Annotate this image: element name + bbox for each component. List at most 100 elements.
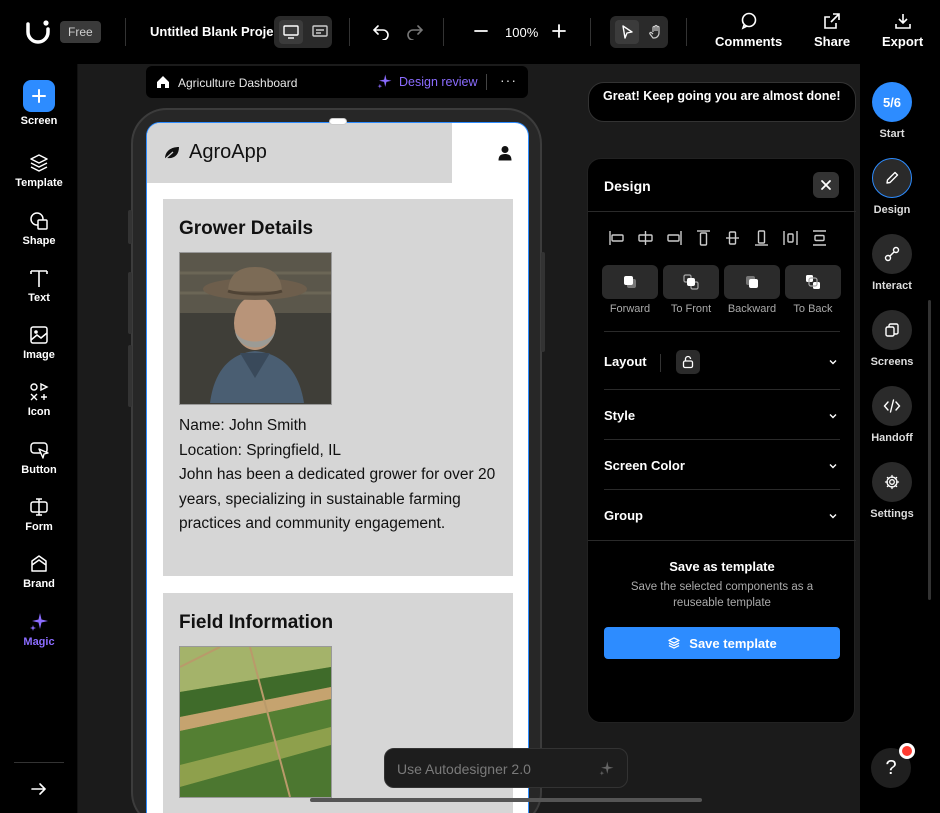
style-section[interactable]: Style [604,408,840,428]
screen-color-section[interactable]: Screen Color [604,458,840,478]
start-label: Start [879,128,905,140]
home-icon[interactable] [155,74,171,95]
layout-section[interactable]: Layout [604,350,840,374]
save-template-description: Save the selected components as a reusea… [630,581,814,609]
grower-photo[interactable] [179,252,332,405]
send-backward-button[interactable] [724,265,780,299]
handoff-tab[interactable]: Handoff [860,386,924,444]
screen-name[interactable]: Agriculture Dashboard [178,76,297,90]
app-screen[interactable]: AgroApp Grower Details Name: John Smith … [146,122,529,813]
form-button[interactable]: Form [0,496,78,533]
phone-side-button [128,272,132,334]
divider [660,354,661,372]
screen-color-label: Screen Color [604,458,685,473]
image-icon [30,326,48,344]
interact-tab[interactable]: Interact [860,234,924,292]
grower-details-heading: Grower Details [179,218,314,239]
expand-arrow-icon[interactable] [30,780,48,803]
image-button[interactable]: Image [0,324,78,361]
grower-bio: John has been a dedicated grower for ove… [179,466,496,533]
design-label: Design [873,204,911,216]
lock-button[interactable] [676,350,700,374]
align-center-vertical-icon[interactable] [724,229,741,247]
design-panel: Design Forward To Front Backward To Back… [587,158,856,723]
screens-label: Screens [870,356,914,368]
button-button[interactable]: Button [0,439,78,476]
add-screen-button[interactable]: Screen [0,80,78,127]
progress-counter: 5/6 [872,82,912,122]
zoom-in-icon[interactable] [550,22,568,40]
distribute-horizontal-icon[interactable] [782,229,799,247]
style-label: Style [604,408,636,423]
pointer-tool-icon[interactable] [614,20,639,44]
save-template-label: Save template [689,635,777,651]
zoom-level[interactable]: 100% [505,25,538,40]
project-title[interactable]: Untitled Blank Project [150,24,285,39]
share-button[interactable]: Share [814,12,850,49]
autodesigner-input[interactable]: Use Autodesigner 2.0 [384,748,628,788]
redo-icon[interactable] [406,22,424,40]
group-section[interactable]: Group [604,508,840,528]
template-button[interactable]: Template [0,152,78,189]
text-label: Text [28,292,50,304]
export-button[interactable]: Export [882,12,923,49]
notification-badge [899,743,915,759]
icon-button[interactable]: Icon [0,381,78,418]
comments-button[interactable]: Comments [715,12,782,49]
magic-button[interactable]: Magic [0,611,78,648]
plan-badge[interactable]: Free [60,21,101,43]
align-center-horizontal-icon[interactable] [637,229,654,247]
bring-to-front-button[interactable] [663,265,719,299]
resize-handle[interactable] [329,118,347,125]
screens-tab[interactable]: Screens [860,310,924,368]
export-label: Export [882,34,924,49]
canvas-screen-toolbar: Agriculture Dashboard Design review ··· [146,66,528,98]
handoff-label: Handoff [871,432,913,444]
phone-side-button [128,345,132,407]
hand-tool-icon[interactable] [648,24,664,40]
brand-button[interactable]: Brand [0,553,78,590]
desktop-view-icon[interactable] [278,20,303,44]
settings-tab[interactable]: Settings [860,462,924,520]
shape-button[interactable]: Shape [0,210,78,247]
left-toolbar: Screen Template Shape Text Image Icon Bu… [0,64,78,813]
grower-location: Location: Springfield, IL [179,442,341,459]
close-button[interactable] [813,172,839,198]
chevron-down-icon [829,414,837,419]
design-tab[interactable]: Design [860,158,924,216]
send-to-back-button[interactable] [785,265,841,299]
design-review-button[interactable]: Design review [376,73,478,90]
grower-details-card[interactable]: Grower Details Name: John Smith Location… [163,199,513,576]
settings-label: Settings [870,508,914,520]
app-header[interactable]: AgroApp [147,123,452,183]
text-icon [30,270,48,287]
bring-forward-icon [624,276,636,288]
close-icon [821,180,831,190]
divider [590,18,591,46]
top-bar: Free Untitled Blank Project 100% Comment… [0,0,940,64]
align-right-icon[interactable] [666,229,683,247]
bring-to-front-icon [683,274,699,290]
share-label: Share [814,34,851,49]
button-label: Button [21,464,57,476]
preview-view-icon[interactable] [311,25,328,39]
start-progress-button[interactable]: 5/6 Start [860,82,924,140]
divider [604,389,840,390]
distribute-vertical-icon[interactable] [811,229,828,247]
interact-label: Interact [872,280,912,292]
more-options-icon[interactable]: ··· [500,72,517,88]
bring-forward-button[interactable] [602,265,658,299]
divider [588,211,856,212]
align-top-icon[interactable] [695,229,712,247]
scrollbar[interactable] [928,300,931,600]
save-template-button[interactable]: Save template [604,627,840,659]
align-left-icon[interactable] [608,229,625,247]
divider [486,74,487,90]
field-photo[interactable] [179,646,332,798]
user-icon[interactable] [497,145,513,166]
text-button[interactable]: Text [0,267,78,304]
align-bottom-icon[interactable] [753,229,770,247]
zoom-out-icon[interactable] [472,22,490,40]
undo-icon[interactable] [372,22,390,40]
app-logo-icon[interactable] [24,18,52,46]
